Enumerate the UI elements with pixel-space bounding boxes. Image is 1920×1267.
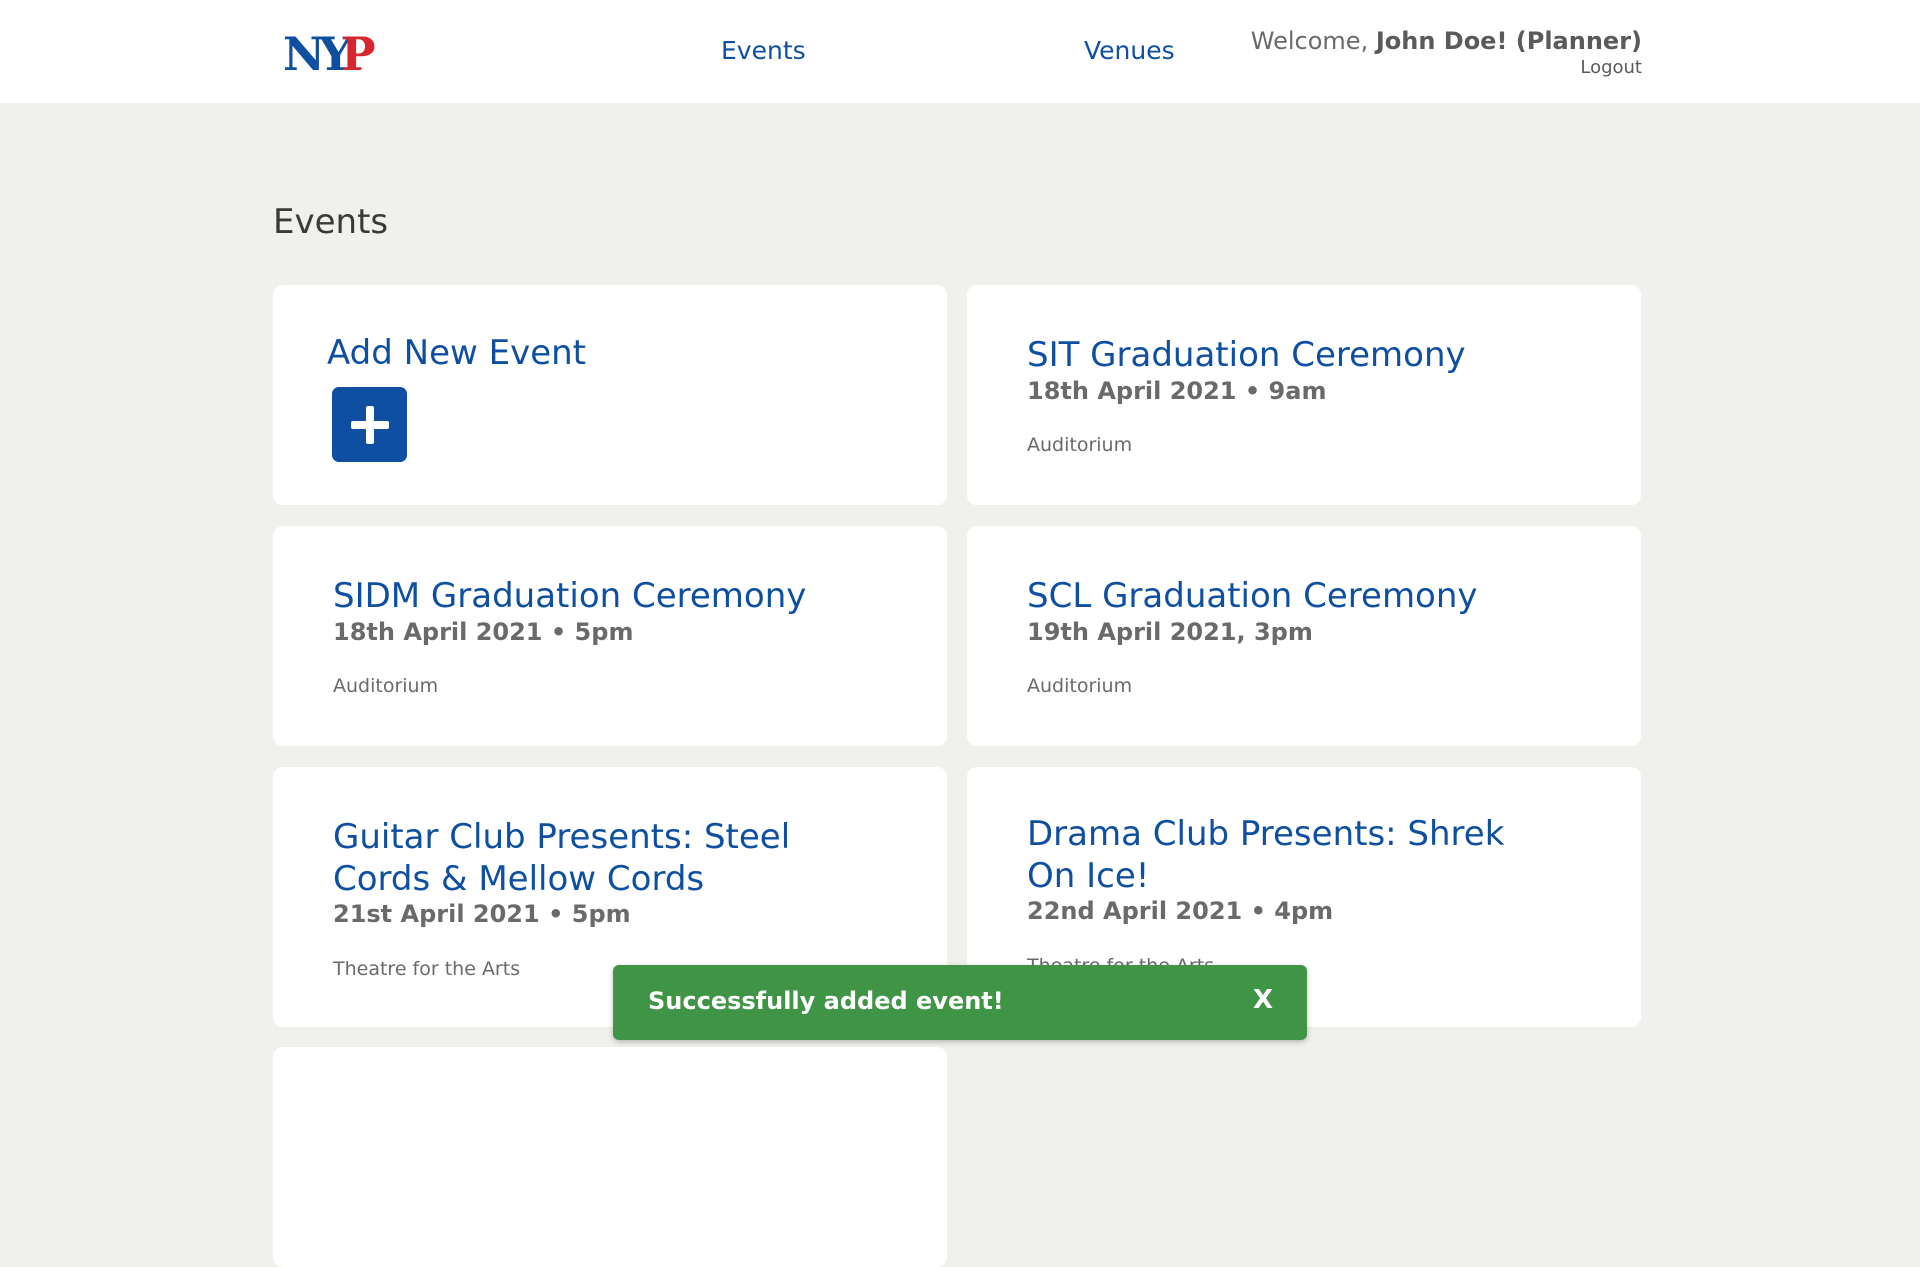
nav-venues-link[interactable]: Venues: [1084, 36, 1175, 65]
user-name: John Doe! (Planner): [1375, 27, 1642, 55]
welcome-prefix: Welcome,: [1250, 27, 1376, 55]
plus-icon: [350, 405, 389, 444]
event-venue: Auditorium: [333, 675, 439, 697]
nyp-logo[interactable]: NY P: [283, 28, 378, 76]
event-venue: Auditorium: [1027, 434, 1133, 456]
add-new-event-title: Add New Event: [327, 333, 587, 373]
event-title: SCL Graduation Ceremony: [1027, 576, 1478, 616]
event-venue: Auditorium: [1027, 675, 1133, 697]
event-date: 19th April 2021, 3pm: [1027, 618, 1313, 646]
add-new-event-card[interactable]: Add New Event: [273, 285, 947, 505]
event-date: 21st April 2021 • 5pm: [333, 900, 631, 928]
success-toast: Successfully added event! X: [613, 965, 1307, 1040]
toast-close-button[interactable]: X: [1253, 985, 1273, 1015]
page-title: Events: [273, 202, 389, 242]
event-title: SIT Graduation Ceremony: [1027, 335, 1466, 375]
event-card[interactable]: SIT Graduation Ceremony 18th April 2021 …: [967, 285, 1641, 505]
event-date: 18th April 2021 • 5pm: [333, 618, 634, 646]
event-card[interactable]: SIDM Graduation Ceremony 18th April 2021…: [273, 526, 947, 746]
logout-link[interactable]: Logout: [1251, 56, 1642, 80]
event-card[interactable]: [273, 1047, 947, 1267]
nav-events-link[interactable]: Events: [721, 36, 806, 65]
event-card[interactable]: SCL Graduation Ceremony 19th April 2021,…: [967, 526, 1641, 746]
event-date: 18th April 2021 • 9am: [1027, 377, 1327, 405]
event-date: 22nd April 2021 • 4pm: [1027, 897, 1334, 925]
svg-text:P: P: [341, 28, 376, 76]
user-welcome: Welcome, John Doe! (Planner) Logout: [1251, 26, 1642, 80]
add-event-button[interactable]: [332, 387, 407, 462]
welcome-text: Welcome, John Doe! (Planner): [1251, 26, 1642, 56]
event-title: Guitar Club Presents: Steel Cords & Mell…: [333, 817, 791, 899]
toast-message: Successfully added event!: [648, 987, 1004, 1015]
event-venue: Theatre for the Arts: [333, 958, 521, 980]
event-title: Drama Club Presents: Shrek On Ice!: [1027, 814, 1505, 896]
top-navigation-bar: NY P Events Venues Welcome, John Doe! (P…: [0, 0, 1920, 103]
event-title: SIDM Graduation Ceremony: [333, 576, 807, 616]
